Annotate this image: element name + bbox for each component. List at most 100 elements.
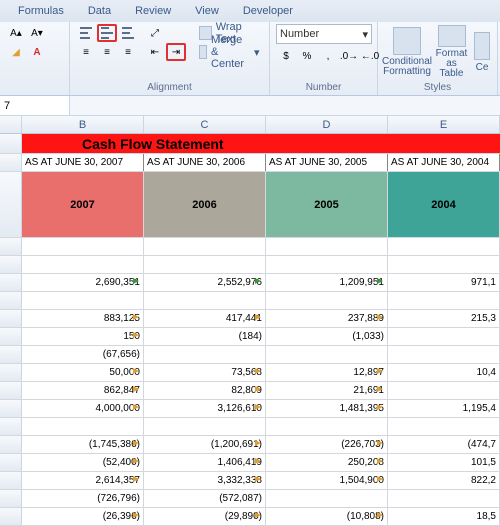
cell[interactable]: 862,847 [22, 382, 144, 399]
year-cell-2007[interactable]: 2007 [22, 172, 144, 237]
flag-icon [377, 278, 385, 286]
merge-center-button[interactable]: Merge & Center▾ [195, 43, 264, 61]
tab-view[interactable]: View [185, 2, 229, 20]
cell[interactable]: 971,1 [388, 274, 500, 291]
tab-formulas[interactable]: Formulas [8, 2, 74, 20]
cell[interactable]: (29,890) [144, 508, 266, 525]
increase-decimal-button[interactable]: .0→ [339, 47, 359, 65]
cell[interactable]: (184) [144, 328, 266, 345]
cell[interactable]: (1,745,386) [22, 436, 144, 453]
cell[interactable]: 73,568 [144, 364, 266, 381]
cell[interactable]: 82,809 [144, 382, 266, 399]
cell[interactable]: 150 [22, 328, 144, 345]
year-cell-2004[interactable]: 2004 [388, 172, 500, 237]
cell[interactable] [388, 346, 500, 363]
align-middle-button[interactable] [97, 24, 117, 42]
flag-icon [377, 476, 385, 484]
data-row: (26,396)(29,890)(10,808)18,5 [0, 508, 500, 526]
cell[interactable]: 2,552,976 [144, 274, 266, 291]
cell[interactable]: (67,656)- [22, 346, 144, 363]
cell[interactable]: 417,441 [144, 310, 266, 327]
cell[interactable]: AS AT JUNE 30, 2004 [388, 154, 500, 171]
tab-data[interactable]: Data [78, 2, 121, 20]
cell[interactable]: 822,2 [388, 472, 500, 489]
cell[interactable] [266, 490, 388, 507]
increase-indent-button[interactable]: ⇥ [166, 43, 186, 61]
font-color-button[interactable]: A [27, 43, 47, 61]
cell[interactable]: (1,033) [266, 328, 388, 345]
cell[interactable]: (572,087) [144, 490, 266, 507]
flag-icon [133, 332, 141, 340]
cell[interactable] [266, 346, 388, 363]
cell[interactable]: AS AT JUNE 30, 2007 [22, 154, 144, 171]
col-header-d[interactable]: D [266, 116, 388, 133]
cell[interactable]: 883,125 [22, 310, 144, 327]
align-center-button[interactable]: ≡ [97, 43, 117, 61]
fill-color-button[interactable]: ◢ [6, 43, 26, 61]
col-header-c[interactable]: C [144, 116, 266, 133]
comma-button[interactable]: , [318, 47, 338, 65]
cell[interactable]: 1,195,4 [388, 400, 500, 417]
cell[interactable]: 237,889 [266, 310, 388, 327]
percent-button[interactable]: % [297, 47, 317, 65]
data-row: (726,796)(572,087) [0, 490, 500, 508]
flag-icon [255, 458, 263, 466]
tab-review[interactable]: Review [125, 2, 181, 20]
cell[interactable] [388, 490, 500, 507]
col-header-e[interactable]: E [388, 116, 500, 133]
cell[interactable]: (226,703) [266, 436, 388, 453]
cell[interactable]: 4,000,000 [22, 400, 144, 417]
cell[interactable]: 250,208 [266, 454, 388, 471]
align-left-button[interactable]: ≡ [76, 43, 96, 61]
cell[interactable]: AS AT JUNE 30, 2005 [266, 154, 388, 171]
cell[interactable]: 215,3 [388, 310, 500, 327]
cell[interactable]: 18,5 [388, 508, 500, 525]
cell[interactable]: 1,481,395 [266, 400, 388, 417]
cell[interactable]: (52,400) [22, 454, 144, 471]
cell[interactable]: 3,332,338 [144, 472, 266, 489]
cell[interactable]: 1,504,900 [266, 472, 388, 489]
cell[interactable]: (726,796) [22, 490, 144, 507]
cell[interactable]: (474,7 [388, 436, 500, 453]
flag-icon [255, 314, 263, 322]
tab-developer[interactable]: Developer [233, 2, 303, 20]
worksheet[interactable]: B C D E Cash Flow Statement AS AT JUNE 3… [0, 116, 500, 526]
cell[interactable]: (1,200,691) [144, 436, 266, 453]
number-format-select[interactable]: Number▾ [276, 24, 372, 44]
cell[interactable] [144, 346, 266, 363]
decrease-decimal-button[interactable]: ←.0 [360, 47, 380, 65]
align-bottom-button[interactable] [118, 24, 138, 42]
cell[interactable]: 10,4 [388, 364, 500, 381]
cell[interactable]: (26,396) [22, 508, 144, 525]
format-as-table-button[interactable]: Format as Table [433, 24, 470, 80]
cell[interactable]: 50,000 [22, 364, 144, 381]
name-box[interactable]: 7 [0, 96, 70, 115]
year-cell-2006[interactable]: 2006 [144, 172, 266, 237]
cell-styles-button[interactable]: Ce [473, 24, 491, 80]
cell[interactable]: (10,808) [266, 508, 388, 525]
title-cell[interactable]: Cash Flow Statement [22, 134, 500, 153]
number-group-label: Number [276, 81, 371, 95]
col-header-b[interactable]: B [22, 116, 144, 133]
cell[interactable] [388, 328, 500, 345]
cell[interactable]: 12,897 [266, 364, 388, 381]
align-top-button[interactable] [76, 24, 96, 42]
cell[interactable]: AS AT JUNE 30, 2006 [144, 154, 266, 171]
font-shrink-button[interactable]: A▾ [27, 24, 47, 42]
cell[interactable]: 101,5 [388, 454, 500, 471]
flag-icon [377, 404, 385, 412]
cell[interactable] [388, 382, 500, 399]
year-cell-2005[interactable]: 2005 [266, 172, 388, 237]
cell[interactable]: 1,406,419 [144, 454, 266, 471]
cell[interactable]: 2,690,351 [22, 274, 144, 291]
currency-button[interactable]: $ [276, 47, 296, 65]
align-right-button[interactable]: ≡ [118, 43, 138, 61]
cell[interactable]: 21,691 [266, 382, 388, 399]
cell[interactable]: 1,209,951 [266, 274, 388, 291]
conditional-formatting-button[interactable]: Conditional Formatting [384, 24, 430, 80]
decrease-indent-button[interactable]: ⇤ [145, 43, 165, 61]
cell[interactable]: 3,126,610 [144, 400, 266, 417]
cell[interactable]: 2,614,357 [22, 472, 144, 489]
orientation-button[interactable]: ⤢ [145, 24, 165, 42]
font-grow-button[interactable]: A▴ [6, 24, 26, 42]
